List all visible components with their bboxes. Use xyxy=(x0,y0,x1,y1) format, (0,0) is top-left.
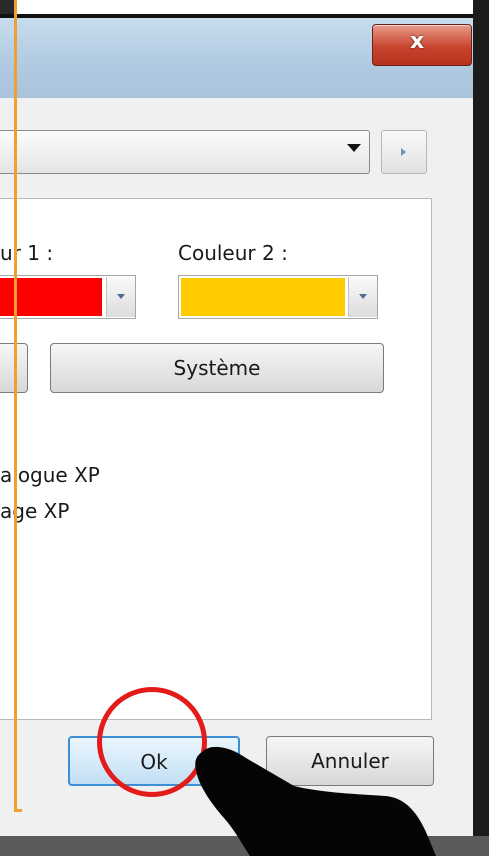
couleur2-label: Couleur 2 : xyxy=(178,241,288,265)
option-affichage-xp[interactable]: age XP xyxy=(0,499,69,523)
couleur2-dropdown-icon[interactable] xyxy=(348,277,377,317)
title-bar: x xyxy=(0,18,474,98)
chevron-down-icon[interactable] xyxy=(347,144,361,152)
next-arrow-button[interactable] xyxy=(381,130,427,174)
couleur1-picker[interactable] xyxy=(0,275,136,319)
couleur2-picker[interactable] xyxy=(178,275,378,319)
frame-right-border xyxy=(473,0,489,856)
dialog-window: x ur 1 : Couleur 2 : Système alogue XP a… xyxy=(0,14,478,842)
systeme-button[interactable]: Système xyxy=(50,343,384,393)
couleur2-swatch xyxy=(181,278,345,316)
highlight-guide-line xyxy=(14,0,17,812)
couleur1-label: ur 1 : xyxy=(0,241,54,265)
pointing-hand-icon xyxy=(195,746,436,856)
settings-panel: ur 1 : Couleur 2 : Système alogue XP age… xyxy=(0,198,432,720)
dialog-client-area: ur 1 : Couleur 2 : Système alogue XP age… xyxy=(0,98,474,842)
theme-combobox[interactable] xyxy=(0,130,370,174)
close-icon: x xyxy=(410,29,425,54)
highlight-guide-corner xyxy=(14,809,22,812)
couleur1-dropdown-icon[interactable] xyxy=(106,277,135,317)
close-button[interactable]: x xyxy=(372,24,472,66)
